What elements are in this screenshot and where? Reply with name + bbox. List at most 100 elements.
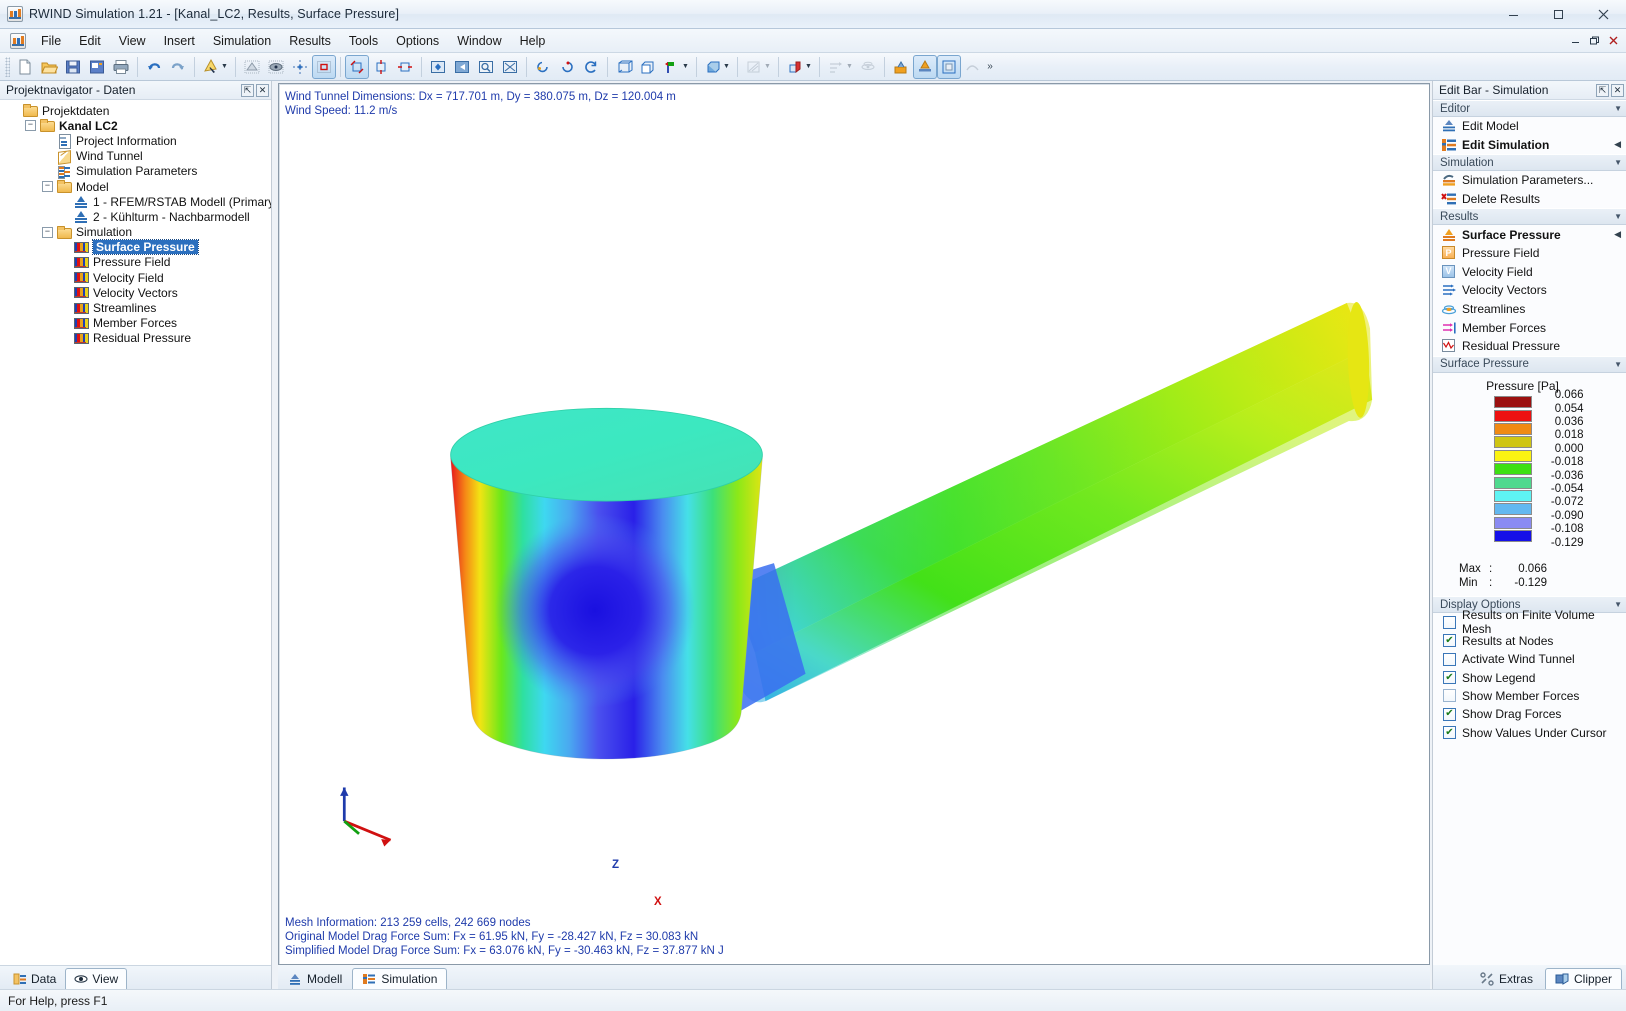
tree-item[interactable]: − Model <box>0 179 271 194</box>
tree-item[interactable]: − Kanal LC2 <box>0 118 271 133</box>
menu-item-options[interactable]: Options <box>387 31 448 51</box>
menu-item-help[interactable]: Help <box>511 31 555 51</box>
print-icon[interactable] <box>109 55 133 79</box>
editbar-item-surface-pressure[interactable]: Surface Pressure ◀ <box>1433 225 1626 244</box>
section-cut-icon[interactable]: ▼ <box>783 55 815 79</box>
tree-item[interactable]: Projektdaten <box>0 103 271 118</box>
navigator-close-button[interactable]: ✕ <box>256 83 269 97</box>
checkbox[interactable] <box>1443 707 1456 721</box>
streamlines-icon[interactable] <box>856 55 880 79</box>
open-file-icon[interactable] <box>37 55 61 79</box>
menu-item-insert[interactable]: Insert <box>155 31 204 51</box>
view-tab-modell[interactable]: Modell <box>278 968 352 989</box>
tree-item[interactable]: 2 - Kühlturm - Nachbarmodell <box>0 209 271 224</box>
rotate-view-icon[interactable] <box>345 54 369 79</box>
undo-icon[interactable] <box>142 55 166 79</box>
redo-icon[interactable] <box>166 55 190 79</box>
nav-tab-data[interactable]: Data <box>4 968 65 989</box>
menu-item-results[interactable]: Results <box>280 31 340 51</box>
display-option-row[interactable]: Show Values Under Cursor <box>1433 724 1626 742</box>
group-header-surface-pressure[interactable]: Surface Pressure ▼ <box>1433 355 1626 373</box>
velocity-vectors-icon[interactable]: ▼ <box>824 55 856 79</box>
checkbox[interactable] <box>1443 652 1456 666</box>
rotate-refresh-icon[interactable] <box>579 55 603 79</box>
select-tool-icon[interactable]: ▼ <box>199 55 231 79</box>
tree-expander-icon[interactable]: − <box>25 120 36 132</box>
tree-item[interactable]: Residual Pressure <box>0 331 271 346</box>
edit-bar-close-button[interactable]: ✕ <box>1611 83 1624 97</box>
mdi-close-button[interactable] <box>1605 32 1622 48</box>
editbar-item-velocity-vectors[interactable]: Velocity Vectors <box>1433 281 1626 300</box>
surface-pressure-icon[interactable] <box>913 54 937 79</box>
editbar-item-pressure-field[interactable]: P Pressure Field <box>1433 244 1626 263</box>
tree-item[interactable]: Member Forces <box>0 316 271 331</box>
checkbox[interactable] <box>1443 689 1456 703</box>
chevron-down-icon[interactable]: ▼ <box>1614 212 1622 221</box>
rotate-left-icon[interactable] <box>531 55 555 79</box>
tree-item[interactable]: Velocity Field <box>0 270 271 285</box>
mdi-restore-button[interactable] <box>1586 32 1603 48</box>
results-node-icon[interactable] <box>937 54 961 79</box>
chevron-down-icon[interactable]: ▼ <box>682 63 689 70</box>
zoom-extents-icon[interactable] <box>498 55 522 79</box>
tree-item[interactable]: Project Information <box>0 133 271 150</box>
chevron-down-icon[interactable]: ▼ <box>1614 360 1622 369</box>
chevron-down-icon[interactable]: ▼ <box>805 63 812 70</box>
minimize-button[interactable] <box>1491 0 1536 29</box>
close-button[interactable] <box>1581 0 1626 29</box>
menu-item-window[interactable]: Window <box>448 31 510 51</box>
tree-expander-icon[interactable]: − <box>42 226 53 238</box>
tree-item[interactable]: 1 - RFEM/RSTAB Modell (Primary) <box>0 194 271 209</box>
view-all-icon[interactable] <box>426 55 450 79</box>
transparency-icon[interactable]: ▼ <box>742 55 774 79</box>
tree-item[interactable]: − Simulation <box>0 225 271 240</box>
editbar-item-delete-results[interactable]: Delete Results <box>1433 190 1626 209</box>
chevron-down-icon[interactable]: ▼ <box>764 63 771 70</box>
display-option-row[interactable]: Show Legend <box>1433 668 1626 686</box>
menu-item-file[interactable]: File <box>32 31 70 51</box>
checkbox[interactable] <box>1443 726 1456 740</box>
zoom-window-icon[interactable] <box>474 55 498 79</box>
render-shade-icon[interactable] <box>264 55 288 79</box>
snap-grid-icon[interactable] <box>288 55 312 79</box>
editbar-item-edit-simulation[interactable]: Edit Simulation ◀ <box>1433 136 1626 155</box>
view-direction-icon[interactable]: ▼ <box>701 55 733 79</box>
tree-expander-icon[interactable]: − <box>42 181 53 193</box>
tree-item[interactable]: Pressure Field <box>0 255 271 270</box>
wireframe-icon[interactable] <box>612 55 636 79</box>
tree-item[interactable]: Surface Pressure <box>0 239 271 256</box>
solid-cube-icon[interactable] <box>636 55 660 79</box>
menu-item-edit[interactable]: Edit <box>70 31 110 51</box>
chevron-down-icon[interactable]: ▼ <box>1614 158 1622 167</box>
display-option-row[interactable]: Show Drag Forces <box>1433 705 1626 723</box>
editbar-item-simulation-parameters[interactable]: Simulation Parameters... <box>1433 171 1626 190</box>
maximize-button[interactable] <box>1536 0 1581 29</box>
menu-item-view[interactable]: View <box>110 31 155 51</box>
edit-bar-tab-extras[interactable]: Extras <box>1470 968 1543 989</box>
pan-view-icon[interactable] <box>369 55 393 79</box>
view-previous-icon[interactable] <box>450 55 474 79</box>
chevron-down-icon[interactable]: ▼ <box>221 63 228 70</box>
chevron-down-icon[interactable]: ▼ <box>723 63 730 70</box>
display-option-row[interactable]: Activate Wind Tunnel <box>1433 650 1626 668</box>
axis-display-icon[interactable]: ▼ <box>660 55 692 79</box>
menu-item-tools[interactable]: Tools <box>340 31 387 51</box>
selection-box-icon[interactable] <box>312 54 336 79</box>
toolbar-overflow-button[interactable]: » <box>985 55 995 79</box>
tree-item[interactable]: Simulation Parameters <box>0 164 271 179</box>
editbar-item-streamlines[interactable]: Streamlines <box>1433 300 1626 319</box>
editbar-item-residual-pressure[interactable]: Residual Pressure <box>1433 337 1626 356</box>
surface-pressure-render[interactable] <box>279 84 1429 950</box>
display-option-row[interactable]: Show Member Forces <box>1433 687 1626 705</box>
checkbox[interactable] <box>1443 634 1456 648</box>
rotate-right-icon[interactable] <box>555 55 579 79</box>
pressure-field-icon[interactable] <box>889 55 913 79</box>
render-dots-icon[interactable] <box>240 55 264 79</box>
editbar-item-member-forces[interactable]: Member Forces <box>1433 318 1626 337</box>
chevron-down-icon[interactable]: ▼ <box>1614 104 1622 113</box>
group-header-simulation[interactable]: Simulation ▼ <box>1433 154 1626 172</box>
menu-item-simulation[interactable]: Simulation <box>204 31 280 51</box>
chevron-down-icon[interactable]: ▼ <box>846 63 853 70</box>
menu-app-icon[interactable] <box>10 32 26 49</box>
3d-viewport[interactable]: Wind Tunnel Dimensions: Dx = 717.701 m, … <box>278 83 1430 965</box>
